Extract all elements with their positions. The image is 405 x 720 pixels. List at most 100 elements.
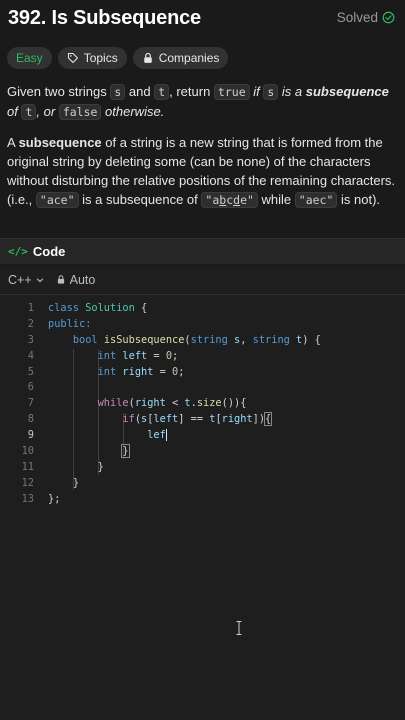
desc-text: is a (278, 84, 306, 99)
desc-text: while (257, 192, 295, 207)
line-text: } (48, 444, 130, 460)
code-tab[interactable]: </> Code (0, 238, 405, 264)
line-text: } (48, 476, 79, 492)
line-number: 8 (27, 413, 34, 426)
inline-code: s (263, 84, 279, 100)
token: left (116, 349, 148, 362)
companies-label: Companies (158, 51, 220, 65)
line-number: 3 (27, 333, 34, 346)
check-circle-icon (382, 11, 395, 24)
matched-bracket: { (264, 412, 273, 427)
token: if (122, 413, 135, 426)
token: Solution (85, 302, 135, 314)
code-char: e" (240, 193, 254, 207)
code-line: 3 bool isSubsequence(string s, string t)… (0, 333, 405, 349)
inline-code: "aec" (294, 192, 338, 208)
inline-code: t (21, 104, 37, 120)
line-number: 10 (21, 445, 34, 458)
line-text: int right = 0; (48, 365, 185, 381)
token: ()){ (221, 397, 247, 410)
code-tab-label: Code (32, 244, 66, 259)
desc-text: Given two strings (7, 84, 111, 99)
code-editor[interactable]: C++ Auto 1 class Solution { 2 public: 3 bo… (0, 265, 405, 720)
token: left (153, 413, 179, 426)
chevron-down-icon (36, 277, 43, 282)
problem-title: 392. Is Subsequence (8, 7, 201, 29)
difficulty-label: Easy (16, 51, 43, 65)
token: while (97, 397, 129, 410)
language-selector[interactable]: C++ (8, 273, 44, 287)
token: string (252, 333, 290, 346)
line-text: bool isSubsequence(string s, string t) { (48, 333, 321, 349)
difficulty-tag[interactable]: Easy (7, 47, 52, 69)
token: } (72, 476, 80, 489)
desc-text: A (7, 135, 19, 150)
code-line: 7 while(right < t.size()){ (0, 396, 405, 412)
description-paragraph-1: Given two strings s and t, return true i… (7, 82, 399, 122)
token: = (153, 365, 173, 378)
code-lines: 1 class Solution { 2 public: 3 bool isSubs… (0, 301, 405, 508)
token: ; (178, 365, 185, 378)
desc-text: and (125, 84, 155, 99)
line-text: class Solution { (48, 301, 147, 317)
token: s (227, 333, 241, 346)
line-text: int left = 0; (48, 349, 179, 365)
token: string (190, 333, 228, 346)
line-text: while(right < t.size()){ (48, 396, 247, 412)
line-number: 2 (27, 317, 34, 330)
desc-text: , or (36, 104, 59, 119)
solved-status: Solved (337, 10, 395, 25)
desc-bold-text: subsequence (18, 135, 102, 150)
token: ; (172, 349, 179, 362)
inline-code: s (110, 84, 126, 100)
editor-toolbar: C++ Auto (0, 265, 405, 295)
token: size (196, 397, 222, 410)
code-icon: </> (8, 245, 28, 258)
token: right (116, 365, 154, 378)
token: right (221, 413, 253, 426)
code-line: 9 lef (0, 428, 405, 444)
code-line: 4 int left = 0; (0, 349, 405, 365)
tag-row: Easy Topics Companies (7, 47, 229, 69)
token: ] == (178, 413, 210, 426)
inline-code: false (58, 104, 102, 120)
token: class (48, 302, 79, 314)
problem-description: Given two strings s and t, return true i… (7, 82, 399, 221)
token: ]) (252, 413, 266, 426)
line-text: if(s[left] == t[right]){ (48, 412, 273, 428)
line-number: 4 (27, 349, 34, 362)
token: right (134, 397, 166, 410)
companies-tag[interactable]: Companies (132, 47, 229, 69)
code-line: 6 (0, 380, 405, 396)
auto-mode[interactable]: Auto (56, 273, 95, 287)
code-line: 1 class Solution { (0, 301, 405, 317)
tag-icon (67, 52, 78, 64)
description-paragraph-2: A subsequence of a string is a new strin… (7, 133, 399, 210)
desc-text: is a subsequence of (78, 192, 202, 207)
desc-text: otherwise. (101, 104, 165, 119)
token: isSubsequence (103, 333, 185, 346)
inline-code: "abcde" (201, 192, 258, 208)
line-text: }; (48, 492, 61, 505)
line-number: 13 (21, 492, 34, 505)
line-number: 6 (27, 381, 34, 394)
inline-code: "ace" (35, 192, 79, 208)
lock-icon (143, 52, 152, 63)
topics-tag[interactable]: Topics (57, 47, 127, 69)
inline-code: t (154, 84, 170, 100)
topics-label: Topics (83, 51, 118, 65)
code-line: 5 int right = 0; (0, 365, 405, 381)
matched-bracket: } (121, 444, 130, 459)
line-number: 12 (21, 476, 34, 489)
line-number: 1 (27, 302, 34, 314)
desc-text: is not). (337, 192, 381, 207)
lock-icon (57, 275, 64, 284)
line-number: 11 (21, 460, 34, 473)
code-char: "a (205, 193, 220, 207)
code-line: 8 if(s[left] == t[right]){ (0, 412, 405, 428)
ibeam-cursor-icon (236, 621, 242, 635)
token: = (147, 349, 166, 362)
line-text: lef (48, 428, 167, 444)
token: , (240, 333, 253, 346)
token: ) { (302, 333, 321, 346)
